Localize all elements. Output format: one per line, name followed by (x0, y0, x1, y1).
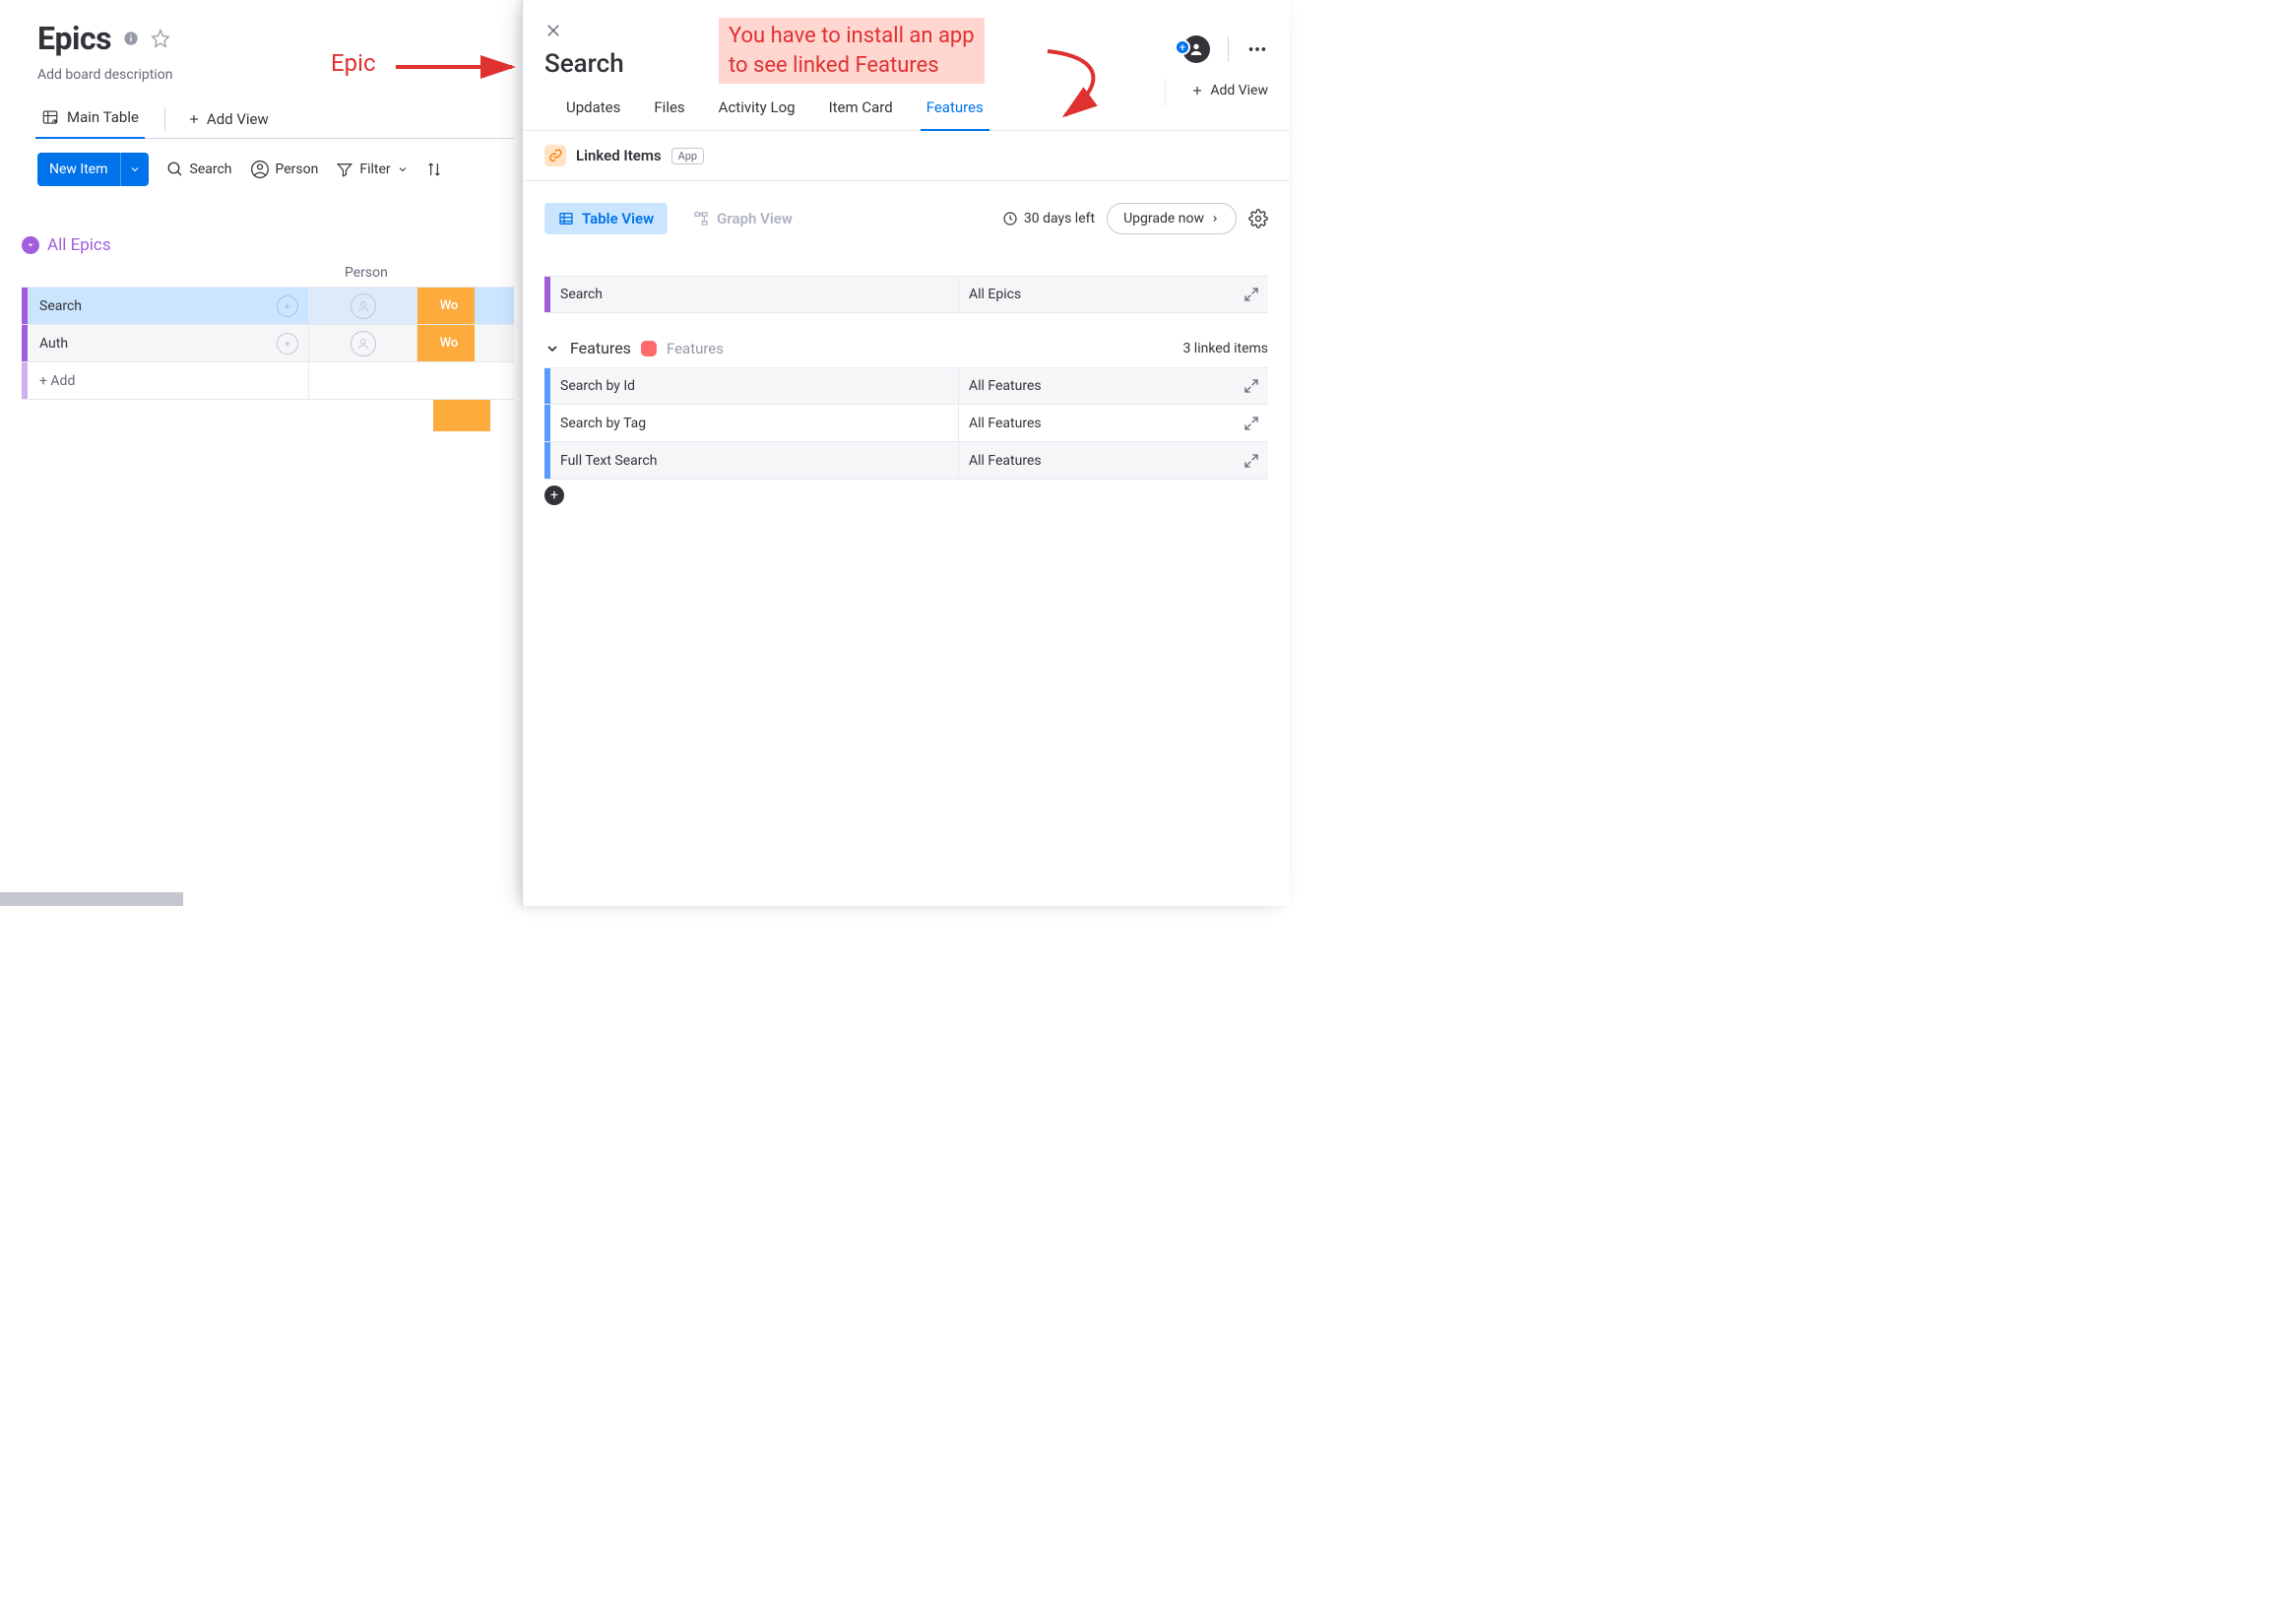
expand-icon[interactable] (1235, 453, 1268, 469)
tab-files[interactable]: Files (654, 98, 684, 130)
features-count: 3 linked items (1182, 341, 1268, 356)
linked-item-name[interactable]: Search (550, 277, 959, 312)
add-row[interactable]: + Add (22, 362, 514, 400)
linked-item-name[interactable]: Search by Tag (550, 405, 959, 441)
features-subtitle[interactable]: Features (667, 340, 724, 357)
filter-tool[interactable]: Filter (336, 161, 408, 178)
graph-view-toggle[interactable]: Graph View (679, 203, 806, 234)
board-panel: Epics Add board description Main Table A… (0, 0, 522, 906)
link-icon (544, 145, 566, 166)
new-item-label: New Item (37, 162, 120, 177)
search-tool[interactable]: Search (166, 161, 232, 178)
expand-icon[interactable] (1235, 416, 1268, 431)
add-update-icon[interactable] (277, 295, 298, 317)
person-tool[interactable]: Person (250, 160, 319, 179)
view-toggle-label: Table View (582, 210, 654, 227)
panel-title[interactable]: Search (544, 49, 1268, 79)
person-avatar-empty[interactable] (351, 293, 376, 319)
board-title[interactable]: Epics (37, 20, 111, 57)
table-row[interactable]: Auth Wo (22, 325, 514, 362)
add-view-label: Add View (1210, 83, 1268, 98)
tab-item-card[interactable]: Item Card (829, 98, 893, 130)
bottom-strip (0, 892, 183, 906)
linked-item-name[interactable]: Search by Id (550, 368, 959, 404)
tab-features[interactable]: Features (926, 98, 984, 130)
features-title[interactable]: Features (570, 339, 631, 357)
linked-item-name[interactable]: Full Text Search (550, 442, 959, 479)
item-name: Auth (39, 336, 68, 352)
view-tab-main-table[interactable]: Main Table (37, 100, 143, 138)
linked-items-title: Linked Items (576, 147, 662, 164)
add-view-button[interactable]: Add View (187, 110, 269, 128)
trial-days: 30 days left (1002, 211, 1095, 226)
item-panel: Search + Updates Files Activity Log Item… (522, 0, 1290, 906)
person-avatar-empty[interactable] (351, 331, 376, 356)
more-icon[interactable] (1246, 38, 1268, 60)
expand-icon[interactable] (1235, 378, 1268, 394)
group-name[interactable]: All Epics (47, 235, 111, 255)
tab-activity-log[interactable]: Activity Log (719, 98, 796, 130)
star-icon[interactable] (151, 29, 170, 48)
new-item-chevron[interactable] (120, 153, 149, 186)
linked-row[interactable]: Search by Tag All Features (544, 405, 1268, 442)
table-row[interactable]: Search Wo (22, 288, 514, 325)
cell-name[interactable]: Search (28, 288, 309, 324)
divider (1165, 79, 1166, 106)
search-label: Search (190, 162, 232, 177)
cell-status[interactable]: Wo (417, 288, 475, 324)
cell-person[interactable] (309, 325, 417, 361)
chevron-down-icon[interactable] (544, 341, 560, 356)
person-label: Person (276, 162, 319, 177)
gear-icon[interactable] (1248, 209, 1268, 228)
add-linked-item[interactable]: + (544, 485, 564, 505)
linked-row[interactable]: Full Text Search All Features (544, 442, 1268, 480)
add-member-icon[interactable]: + (1175, 39, 1190, 55)
filter-label: Filter (359, 162, 390, 177)
sort-tool[interactable] (426, 162, 442, 177)
add-row-label[interactable]: + Add (28, 362, 309, 399)
linked-item-group: All Features (959, 416, 1235, 431)
upgrade-button[interactable]: Upgrade now (1107, 203, 1237, 234)
add-view-label: Add View (207, 110, 269, 128)
cell-person[interactable] (309, 288, 417, 324)
info-icon[interactable] (123, 31, 139, 46)
cell-status[interactable]: Wo (417, 325, 475, 361)
group-header[interactable]: All Epics (22, 235, 514, 255)
new-item-button[interactable]: New Item (37, 153, 149, 186)
linked-item-group: All Features (959, 378, 1235, 394)
status-summary (433, 400, 490, 431)
close-icon[interactable] (544, 22, 562, 39)
tab-updates[interactable]: Updates (566, 98, 620, 130)
item-name: Search (39, 298, 82, 314)
column-person[interactable]: Person (345, 265, 388, 281)
linked-item-group: All Epics (959, 287, 1235, 302)
divider (164, 107, 165, 131)
cell-name[interactable]: Auth (28, 325, 309, 361)
board-description[interactable]: Add board description (37, 67, 494, 83)
linked-item-group: All Features (959, 453, 1235, 469)
linked-row[interactable]: Search by Id All Features (544, 367, 1268, 405)
add-update-icon[interactable] (277, 333, 298, 355)
group-collapse-icon[interactable] (22, 236, 39, 254)
expand-icon[interactable] (1235, 287, 1268, 302)
members-avatar[interactable]: + (1182, 35, 1210, 63)
panel-add-view[interactable]: Add View (1190, 83, 1268, 98)
column-headers: Person (22, 265, 514, 281)
view-toggle-label: Graph View (717, 210, 793, 227)
trial-label: 30 days left (1024, 211, 1095, 226)
upgrade-label: Upgrade now (1123, 211, 1204, 226)
table-view-toggle[interactable]: Table View (544, 203, 668, 234)
linked-row[interactable]: Search All Epics (544, 276, 1268, 313)
view-tab-label: Main Table (67, 108, 139, 126)
divider (1228, 36, 1229, 62)
app-badge: App (671, 148, 705, 164)
board-color-icon (641, 341, 657, 356)
